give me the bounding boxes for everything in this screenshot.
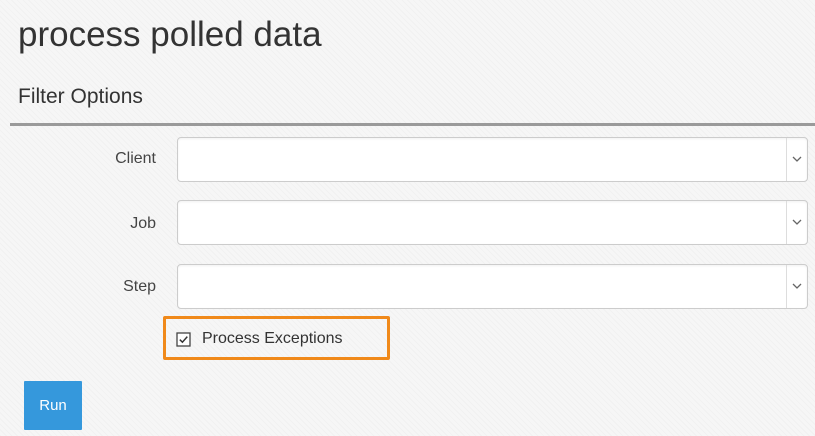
process-exceptions-checkbox[interactable]: Process Exceptions (176, 328, 343, 350)
job-select[interactable] (177, 200, 808, 245)
job-label: Job (130, 215, 156, 232)
section-title: Filter Options (18, 85, 143, 108)
page-title: process polled data (18, 15, 322, 54)
step-label: Step (123, 278, 156, 295)
process-exceptions-label: Process Exceptions (202, 330, 343, 347)
chevron-down-icon (786, 138, 807, 181)
section-divider (10, 123, 815, 126)
chevron-down-icon (786, 265, 807, 308)
chevron-down-icon (786, 201, 807, 244)
step-select[interactable] (177, 264, 808, 309)
run-button[interactable]: Run (24, 381, 82, 430)
checkbox-checked-icon[interactable] (176, 331, 191, 347)
client-label: Client (115, 150, 156, 167)
client-select[interactable] (177, 137, 808, 182)
